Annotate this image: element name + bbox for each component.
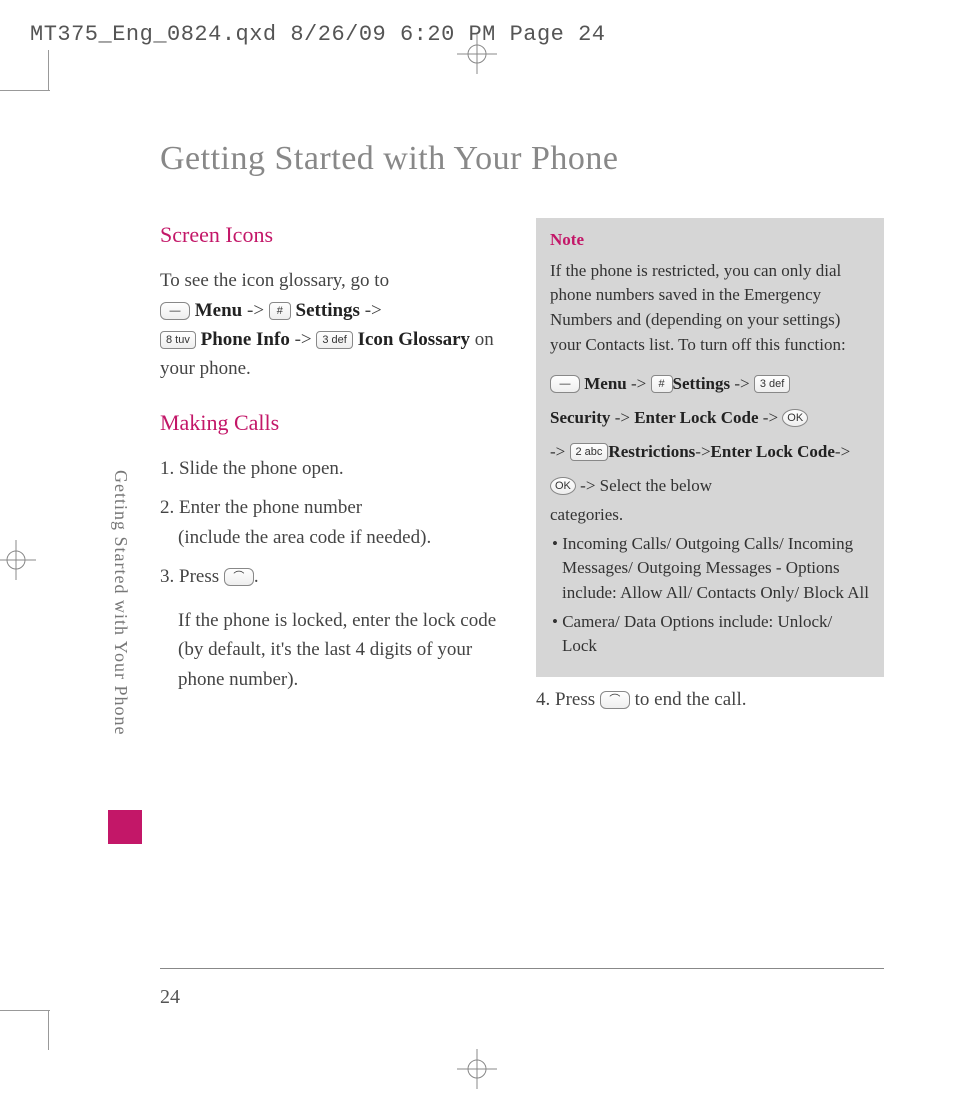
menu-label: Menu (195, 300, 243, 321)
text: to end the call. (635, 689, 747, 710)
text: 4. Press (536, 689, 600, 710)
page-body: Getting Started with Your Phone Getting … (50, 90, 924, 1039)
text: To see the icon glossary, go to (160, 270, 389, 291)
ok-key-icon: OK (550, 477, 576, 495)
nav-security: Security (550, 408, 610, 427)
page-title: Getting Started with Your Phone (160, 140, 884, 178)
hash-key-icon: # (651, 375, 673, 393)
locked-note: If the phone is locked, enter the lock c… (160, 606, 508, 694)
side-tab-marker (108, 810, 142, 844)
text: 3. Press (160, 566, 224, 587)
key-3-icon: 3 def (754, 375, 790, 393)
note-box: Note If the phone is restricted, you can… (536, 218, 884, 677)
note-bullet-1: • Incoming Calls/ Outgoing Calls/ Incomi… (550, 532, 870, 606)
nav-categories: categories. (550, 503, 870, 528)
nav-enterlock2: Enter Lock Code (711, 442, 835, 461)
iconglossary-label: Icon Glossary (358, 329, 470, 350)
registration-mark-left (0, 540, 36, 580)
registration-mark-bottom (457, 1049, 497, 1089)
step-4: 4. Press ⌒ to end the call. (536, 685, 884, 714)
text: . (254, 566, 259, 587)
phoneinfo-label: Phone Info (201, 329, 290, 350)
key-2-icon: 2 abc (570, 443, 609, 461)
nav-select: Select the below (600, 476, 712, 495)
step-2: 2. Enter the phone number (include the a… (160, 493, 508, 552)
section-making-calls: Making Calls (160, 406, 508, 440)
nav-restrictions: Restrictions (608, 442, 695, 461)
side-tab-label: Getting Started with Your Phone (110, 470, 131, 736)
softkey-icon: — (550, 375, 580, 393)
note-title: Note (550, 228, 870, 253)
crop-mark (0, 1010, 50, 1011)
note-nav-path: — Menu -> #Settings -> 3 def Security ->… (550, 367, 870, 503)
left-column: Screen Icons To see the icon glossary, g… (160, 218, 512, 724)
print-header: MT375_Eng_0824.qxd 8/26/09 6:20 PM Page … (30, 22, 606, 47)
step-1: 1. Slide the phone open. (160, 454, 508, 483)
crop-mark (48, 50, 49, 90)
step-3: 3. Press ⌒. (160, 562, 508, 591)
content-columns: Screen Icons To see the icon glossary, g… (160, 218, 884, 724)
text: 2. Enter the phone number (160, 497, 362, 518)
right-column: Note If the phone is restricted, you can… (536, 218, 884, 724)
page-number: 24 (160, 986, 180, 1009)
registration-mark-top (457, 34, 497, 74)
ok-key-icon: OK (782, 409, 808, 427)
send-key-icon: ⌒ (224, 568, 254, 586)
settings-label: Settings (296, 300, 360, 321)
end-key-icon: ⌒ (600, 691, 630, 709)
footer-rule (160, 968, 884, 969)
nav-settings: Settings (673, 374, 731, 393)
screen-icons-text: To see the icon glossary, go to — Menu -… (160, 266, 508, 384)
key-8-icon: 8 tuv (160, 331, 196, 349)
key-3-icon: 3 def (316, 331, 352, 349)
section-screen-icons: Screen Icons (160, 218, 508, 252)
nav-menu: Menu (584, 374, 627, 393)
crop-mark (0, 90, 50, 91)
hash-key-icon: # (269, 302, 291, 320)
crop-mark (48, 1010, 49, 1050)
note-bullet-2: • Camera/ Data Options include: Unlock/ … (550, 610, 870, 659)
nav-enterlock: Enter Lock Code (634, 408, 758, 427)
note-paragraph: If the phone is restricted, you can only… (550, 259, 870, 358)
step-2-detail: (include the area code if needed). (160, 523, 508, 552)
softkey-icon: — (160, 302, 190, 320)
